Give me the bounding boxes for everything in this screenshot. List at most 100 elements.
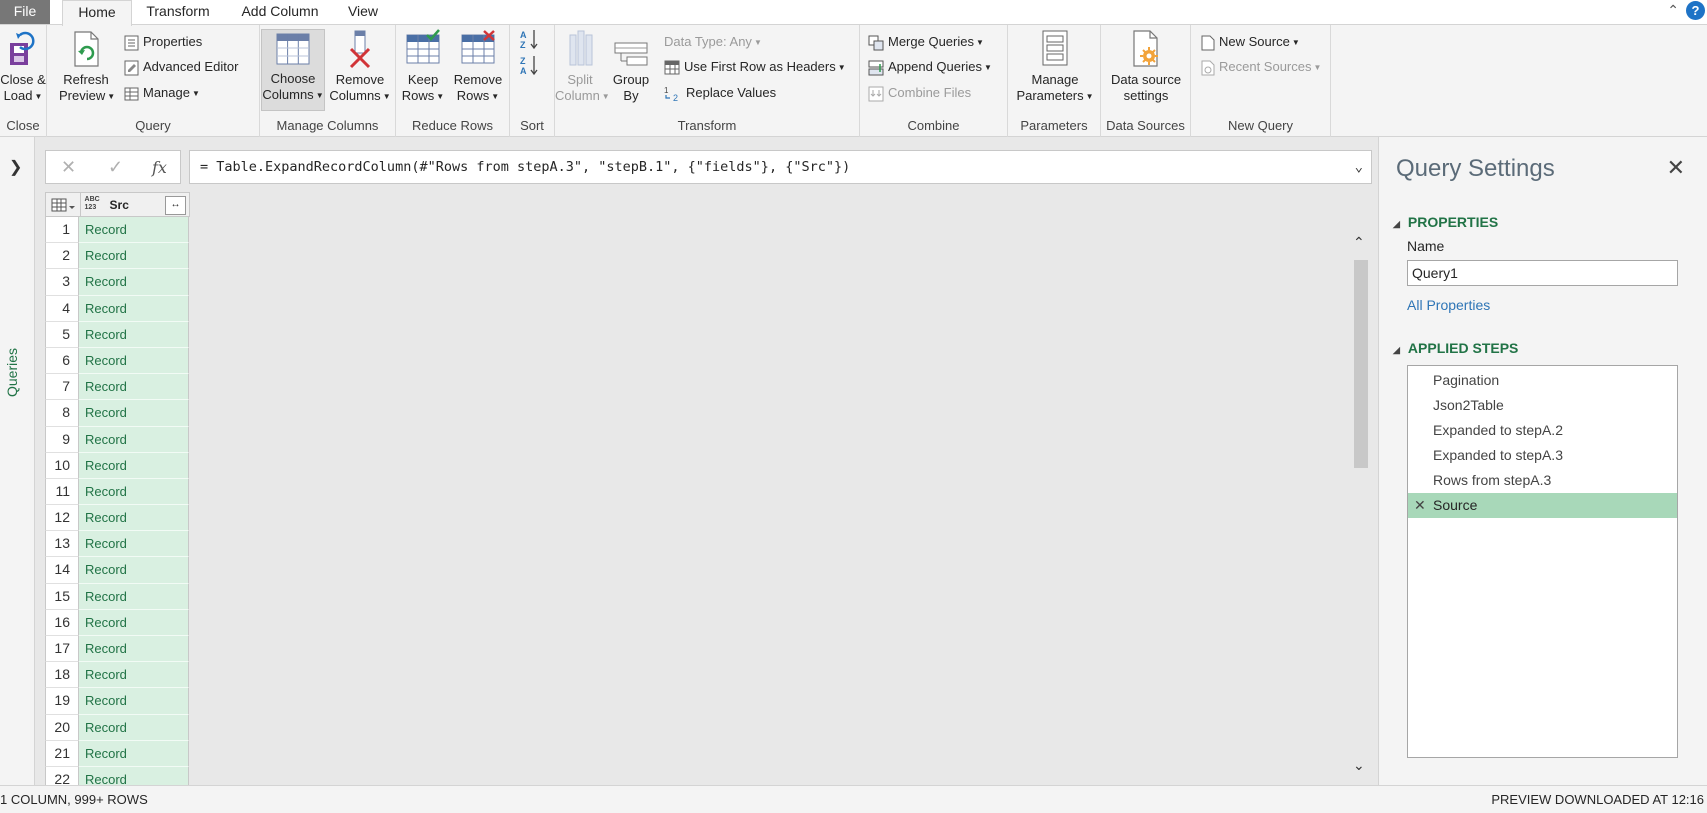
row-number[interactable]: 11 [45,478,79,506]
record-cell[interactable]: Record [79,609,189,636]
record-cell[interactable]: Record [79,688,189,715]
chevron-right-icon[interactable]: ❯ [9,157,22,177]
tab-add-column[interactable]: Add Column [233,0,327,24]
record-cell[interactable]: Record [79,295,189,322]
applied-step[interactable]: Expanded to stepA.3 [1408,443,1677,468]
properties-heading[interactable]: ◢ PROPERTIES [1393,214,1498,230]
record-cell[interactable]: Record [79,505,189,532]
applied-step[interactable]: Json2Table [1408,393,1677,418]
row-number[interactable]: 21 [45,740,79,767]
record-cell[interactable]: Record [79,269,189,296]
record-cell[interactable]: Record [79,374,189,401]
data-type-dropdown[interactable]: Data Type: Any ▼ [664,31,762,53]
refresh-preview-button[interactable]: Refresh Preview ▼ [59,29,115,105]
row-number[interactable]: 3 [45,269,79,296]
row-number[interactable]: 13 [45,531,79,558]
fx-icon[interactable]: fx [152,158,167,177]
row-number[interactable]: 10 [45,452,79,479]
chevron-down-icon[interactable]: ⌄ [1355,151,1363,183]
tab-view[interactable]: View [344,0,382,24]
record-cell[interactable]: Record [79,531,189,558]
group-by-button[interactable]: Group By [611,29,651,104]
properties-button[interactable]: Properties [124,31,202,53]
combine-files-button[interactable]: Combine Files [868,82,971,104]
row-number[interactable]: 9 [45,426,79,453]
remove-columns-button[interactable]: Remove Columns ▼ [328,29,392,105]
cancel-icon[interactable]: ✕ [61,157,76,178]
applied-steps-heading[interactable]: ◢ APPLIED STEPS [1393,340,1518,356]
row-number[interactable]: 5 [45,321,79,348]
record-cell[interactable]: Record [79,347,189,375]
all-properties-link[interactable]: All Properties [1407,297,1490,313]
scrollbar-thumb[interactable] [1354,260,1368,468]
row-number[interactable]: 19 [45,688,79,715]
column-header-src[interactable]: ABC 123 Src ↔ [81,193,189,216]
applied-step[interactable]: Pagination [1408,368,1677,393]
replace-values-button[interactable]: 1 2 Replace Values [664,82,776,104]
record-cell[interactable]: Record [79,662,189,689]
sort-descending-button[interactable]: ZA [519,54,541,78]
record-cell[interactable]: Record [79,243,189,270]
record-cell[interactable]: Record [79,557,189,584]
scroll-up-icon[interactable]: ⌃ [1353,234,1365,251]
queries-pane-label[interactable]: Queries [4,348,20,397]
record-cell[interactable]: Record [79,478,189,506]
close-load-button[interactable]: Close & Load ▼ [0,29,46,105]
query-name-input[interactable] [1407,260,1678,286]
row-number[interactable]: 12 [45,505,79,532]
new-source-button[interactable]: New Source ▼ [1201,31,1300,53]
tab-home[interactable]: Home [62,0,132,26]
append-queries-button[interactable]: Append Queries ▼ [868,56,992,78]
collapse-ribbon-icon[interactable]: ⌃ [1667,2,1679,19]
merge-queries-button[interactable]: Merge Queries ▼ [868,31,984,53]
table-icon [124,87,139,101]
delete-step-icon[interactable]: ✕ [1414,493,1426,518]
record-cell[interactable]: Record [79,400,189,427]
choose-columns-button[interactable]: Choose Columns ▼ [261,29,325,111]
record-cell[interactable]: Record [79,217,189,244]
row-number[interactable]: 17 [45,636,79,663]
keep-rows-button[interactable]: Keep Rows ▼ [398,29,448,105]
sort-ascending-button[interactable]: AZ [519,28,541,52]
any-type-icon[interactable]: ABC 123 [85,196,100,212]
row-number[interactable]: 18 [45,662,79,689]
record-cell[interactable]: Record [79,583,189,610]
advanced-editor-button[interactable]: Advanced Editor [124,56,238,78]
row-number[interactable]: 15 [45,583,79,610]
row-number[interactable]: 6 [45,347,79,375]
applied-step[interactable]: ✕ Source [1408,493,1677,518]
applied-step[interactable]: Expanded to stepA.2 [1408,418,1677,443]
row-number[interactable]: 20 [45,714,79,741]
applied-step[interactable]: Rows from stepA.3 [1408,468,1677,493]
row-number[interactable]: 16 [45,609,79,636]
check-icon[interactable]: ✓ [108,157,123,178]
record-cell[interactable]: Record [79,636,189,663]
tab-file[interactable]: File [0,0,50,24]
remove-rows-button[interactable]: Remove Rows ▼ [450,29,506,105]
formula-input[interactable]: = Table.ExpandRecordColumn(#"Rows from s… [189,150,1372,184]
record-cell[interactable]: Record [79,714,189,741]
expand-column-icon[interactable]: ↔ [165,196,186,215]
row-number[interactable]: 1 [45,217,79,244]
close-icon[interactable]: ✕ [1667,155,1685,181]
record-cell[interactable]: Record [79,321,189,348]
data-source-settings-button[interactable]: Data source settings [1105,29,1187,104]
row-number[interactable]: 8 [45,400,79,427]
manage-button[interactable]: Manage ▼ [124,82,200,104]
row-number[interactable]: 4 [45,295,79,322]
record-cell[interactable]: Record [79,426,189,453]
use-first-row-headers-button[interactable]: Use First Row as Headers ▼ [664,56,846,78]
tab-transform[interactable]: Transform [142,0,214,24]
scroll-down-icon[interactable]: ⌄ [1353,757,1365,774]
record-cell[interactable]: Record [79,452,189,479]
recent-sources-button[interactable]: Recent Sources ▼ [1201,56,1321,78]
row-number[interactable]: 7 [45,374,79,401]
vertical-scrollbar[interactable]: ⌃ ⌄ [1350,234,1372,785]
split-column-button[interactable]: Split Column ▼ [555,29,610,105]
manage-parameters-button[interactable]: Manage Parameters ▼ [1013,29,1097,105]
row-number[interactable]: 14 [45,557,79,584]
record-cell[interactable]: Record [79,740,189,767]
row-number[interactable]: 2 [45,243,79,270]
help-icon[interactable]: ? [1686,1,1705,20]
table-menu-button[interactable] [46,193,81,216]
